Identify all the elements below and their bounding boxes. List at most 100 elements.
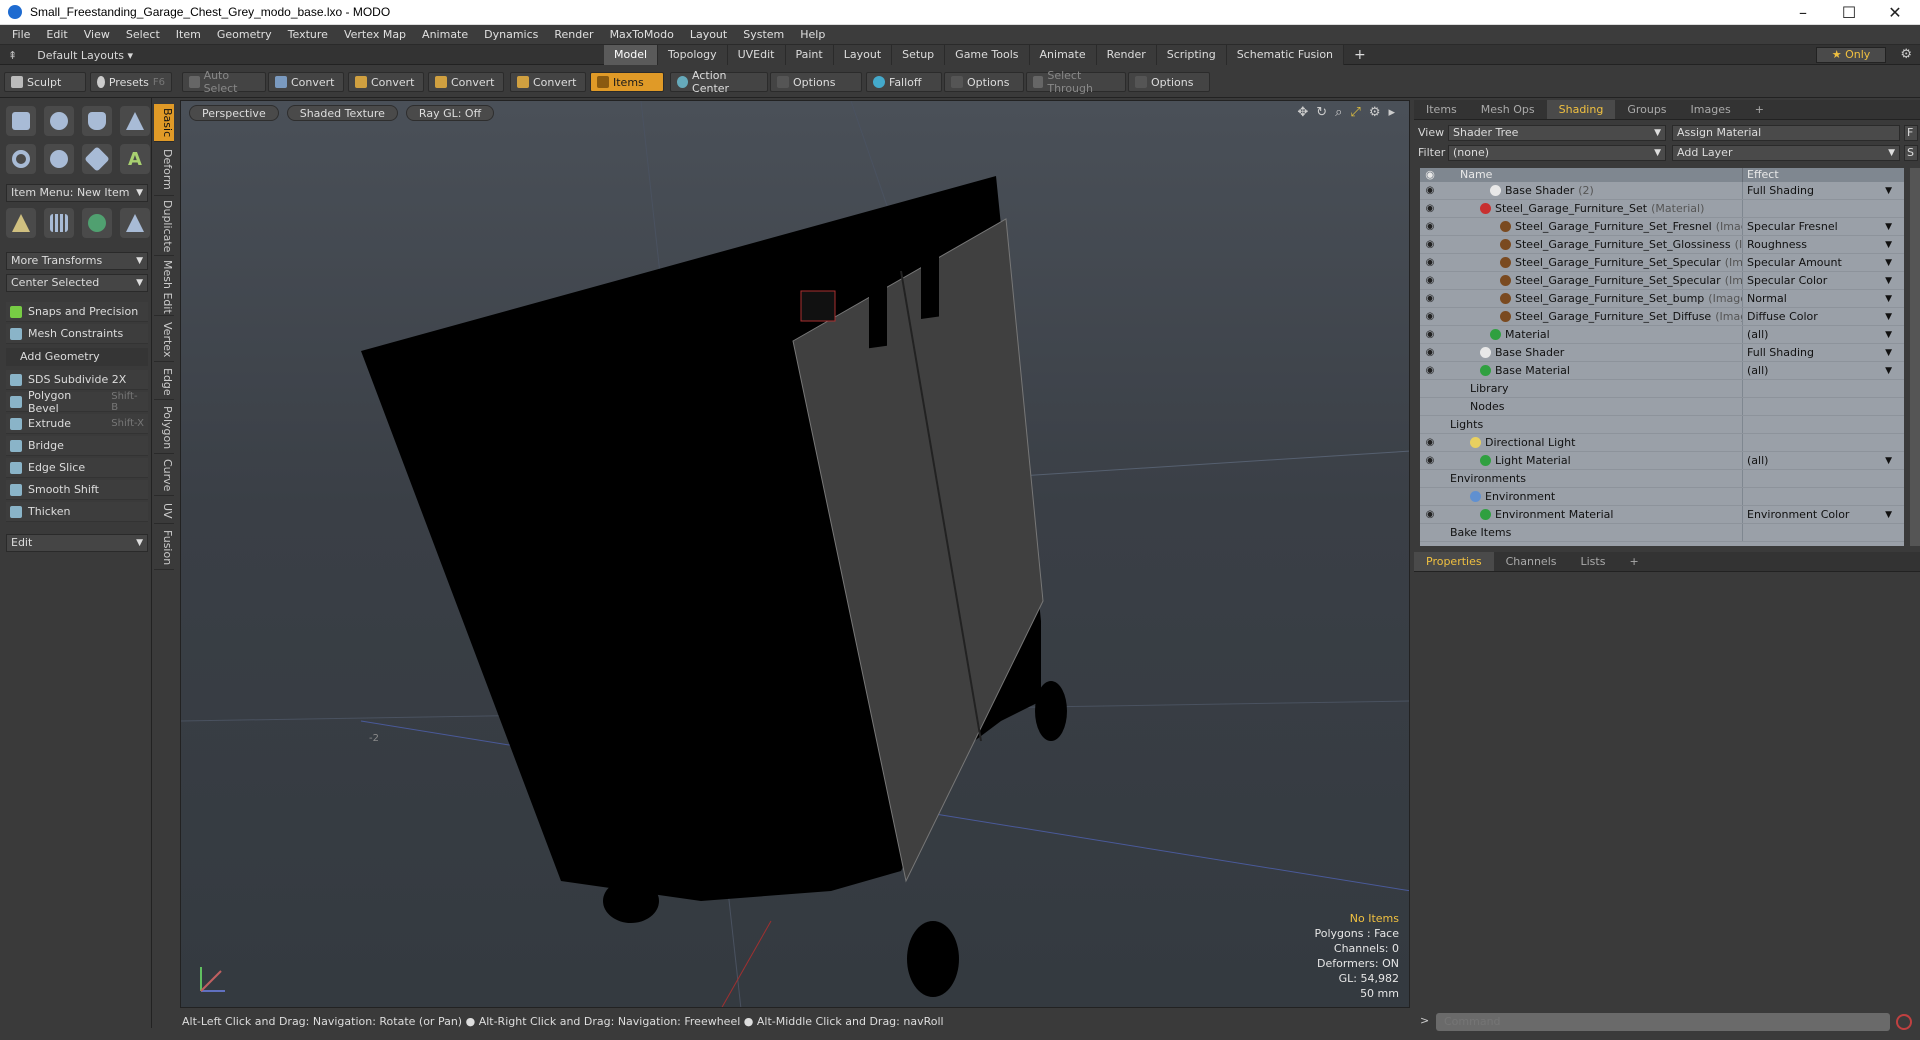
- raygl-button[interactable]: Ray GL: Off: [405, 105, 495, 121]
- menu-help[interactable]: Help: [792, 25, 833, 45]
- visibility-eye-icon[interactable]: ◉: [1420, 254, 1440, 271]
- tab-animate[interactable]: Animate: [1029, 45, 1097, 65]
- 3d-viewport[interactable]: -2 Perspective Shaded Texture Ray GL: Of…: [180, 100, 1410, 1008]
- tree-row-effect[interactable]: Full Shading ▼: [1742, 182, 1898, 199]
- add-tab-button[interactable]: +: [1743, 100, 1776, 119]
- add-layer-dropdown[interactable]: Add Layer ▼: [1672, 145, 1900, 161]
- tree-row[interactable]: ◉Steel_Garage_Furniture_Set_bump(Image)N…: [1420, 290, 1904, 308]
- tree-row[interactable]: ◉ Base Material (all) ▼: [1420, 362, 1904, 380]
- bridge-button[interactable]: Bridge: [6, 436, 148, 456]
- visibility-eye-icon[interactable]: [1420, 488, 1440, 505]
- cube-icon[interactable]: [6, 106, 36, 136]
- tree-row-effect[interactable]: Diffuse Color ▼: [1742, 308, 1898, 325]
- extrude-button[interactable]: Extrude Shift-X: [6, 414, 148, 434]
- grid-icon[interactable]: [44, 208, 74, 238]
- tree-row[interactable]: ◉ Base Shader Full Shading ▼: [1420, 344, 1904, 362]
- text-icon[interactable]: A: [120, 144, 150, 174]
- tree-row-effect[interactable]: Specular Amount ▼: [1742, 254, 1898, 271]
- tree-row-effect[interactable]: (all) ▼: [1742, 326, 1898, 343]
- rotate-icon[interactable]: ↻: [1316, 105, 1327, 120]
- menu-system[interactable]: System: [735, 25, 792, 45]
- falloff-button[interactable]: Falloff: [866, 72, 942, 92]
- tree-row[interactable]: ◉ Environment Material Environment Color ▼: [1420, 506, 1904, 524]
- menu-file[interactable]: File: [0, 25, 38, 45]
- visibility-eye-icon[interactable]: ◉: [1420, 506, 1440, 523]
- cylinder-icon[interactable]: [82, 106, 112, 136]
- items-button[interactable]: Items: [590, 72, 664, 92]
- tree-row[interactable]: Lights: [1420, 416, 1904, 434]
- vtab-uv[interactable]: UV: [154, 498, 174, 524]
- s-button[interactable]: S: [1904, 145, 1918, 161]
- tree-row-effect[interactable]: Specular Fresnel ▼: [1742, 218, 1898, 235]
- fit-icon[interactable]: ⤢: [1350, 105, 1360, 120]
- menu-animate[interactable]: Animate: [414, 25, 476, 45]
- tree-row[interactable]: ◉ Light Material (all) ▼: [1420, 452, 1904, 470]
- mesh-constraints-button[interactable]: Mesh Constraints: [6, 324, 148, 344]
- record-icon[interactable]: [1896, 1014, 1912, 1030]
- cone-icon[interactable]: [120, 106, 150, 136]
- vtab-edge[interactable]: Edge: [154, 364, 174, 400]
- tab-scripting[interactable]: Scripting: [1156, 45, 1227, 65]
- visibility-eye-icon[interactable]: ◉: [1420, 434, 1440, 451]
- tab-schematic-fusion[interactable]: Schematic Fusion: [1226, 45, 1345, 65]
- visibility-eye-icon[interactable]: ◉: [1420, 200, 1440, 217]
- view-dropdown[interactable]: Shader Tree ▼: [1448, 125, 1666, 141]
- sds-subdivide-button[interactable]: SDS Subdivide 2X: [6, 370, 148, 390]
- item-menu-dropdown[interactable]: Item Menu: New Item ▼: [6, 184, 148, 202]
- menu-edit[interactable]: Edit: [38, 25, 75, 45]
- tab-shading[interactable]: Shading: [1546, 100, 1616, 119]
- visibility-eye-icon[interactable]: ◉: [1420, 308, 1440, 325]
- tree-row[interactable]: Library: [1420, 380, 1904, 398]
- menu-layout[interactable]: Layout: [682, 25, 735, 45]
- tree-row-effect[interactable]: (all) ▼: [1742, 452, 1898, 469]
- tree-row[interactable]: ◉Steel_Garage_Furniture_Set_Specular(Ima…: [1420, 272, 1904, 290]
- visibility-eye-icon[interactable]: [1420, 380, 1440, 397]
- tree-row[interactable]: Environments: [1420, 470, 1904, 488]
- expand-icon[interactable]: ▸: [1388, 105, 1395, 120]
- tree-row[interactable]: Bake Items: [1420, 524, 1904, 542]
- tab-render[interactable]: Render: [1096, 45, 1157, 65]
- tree-row[interactable]: ◉Steel_Garage_Furniture_Set_Fresnel(Imag…: [1420, 218, 1904, 236]
- visibility-eye-icon[interactable]: ◉: [1420, 236, 1440, 253]
- tab-mesh-ops[interactable]: Mesh Ops: [1469, 100, 1547, 119]
- smooth-shift-button[interactable]: Smooth Shift: [6, 480, 148, 500]
- command-input[interactable]: [1436, 1013, 1890, 1031]
- options-button-1[interactable]: Options: [770, 72, 862, 92]
- tree-scrollbar[interactable]: [1910, 168, 1920, 546]
- thicken-button[interactable]: Thicken: [6, 502, 148, 522]
- convert-button-1[interactable]: Convert: [268, 72, 344, 92]
- tab-channels[interactable]: Channels: [1494, 552, 1569, 571]
- edge-slice-button[interactable]: Edge Slice: [6, 458, 148, 478]
- sphere-icon[interactable]: [44, 106, 74, 136]
- globe-icon[interactable]: [82, 208, 112, 238]
- menu-select[interactable]: Select: [118, 25, 168, 45]
- tree-row-effect[interactable]: Environment Color ▼: [1742, 506, 1898, 523]
- presets-button[interactable]: Presets F6: [90, 72, 172, 92]
- view-mode-button[interactable]: Perspective: [189, 105, 279, 121]
- visibility-eye-icon[interactable]: ◉: [1420, 344, 1440, 361]
- default-layouts-dropdown[interactable]: Default Layouts ▾: [37, 49, 133, 62]
- tree-row-effect[interactable]: Full Shading ▼: [1742, 344, 1898, 361]
- action-center-button[interactable]: Action Center: [670, 69, 768, 95]
- add-tab-button[interactable]: +: [1617, 552, 1650, 571]
- visibility-eye-icon[interactable]: ◉: [1420, 218, 1440, 235]
- visibility-eye-icon[interactable]: ◉: [1420, 452, 1440, 469]
- tab-paint[interactable]: Paint: [785, 45, 834, 65]
- add-tab-button[interactable]: +: [1344, 45, 1376, 65]
- visibility-eye-icon[interactable]: [1420, 470, 1440, 487]
- only-button[interactable]: ★ Only: [1816, 47, 1886, 63]
- center-selected-dropdown[interactable]: Center Selected ▼: [6, 274, 148, 292]
- edit-dropdown[interactable]: Edit ▼: [6, 534, 148, 552]
- sculpt-button[interactable]: Sculpt: [4, 72, 86, 92]
- tree-row-effect[interactable]: Specular Color ▼: [1742, 272, 1898, 289]
- tree-row[interactable]: ◉Steel_Garage_Furniture_Set_Specular(Ima…: [1420, 254, 1904, 272]
- visibility-eye-icon[interactable]: ◉: [1420, 326, 1440, 343]
- vtab-basic[interactable]: Basic: [154, 104, 174, 142]
- vtab-curve[interactable]: Curve: [154, 456, 174, 496]
- options-button-3[interactable]: Options: [1128, 72, 1210, 92]
- polygon-bevel-button[interactable]: Polygon Bevel Shift-B: [6, 389, 148, 415]
- tree-row[interactable]: ◉ Directional Light: [1420, 434, 1904, 452]
- options-button-2[interactable]: Options: [944, 72, 1024, 92]
- tab-items[interactable]: Items: [1414, 100, 1469, 119]
- convert-button-3[interactable]: Convert: [428, 72, 504, 92]
